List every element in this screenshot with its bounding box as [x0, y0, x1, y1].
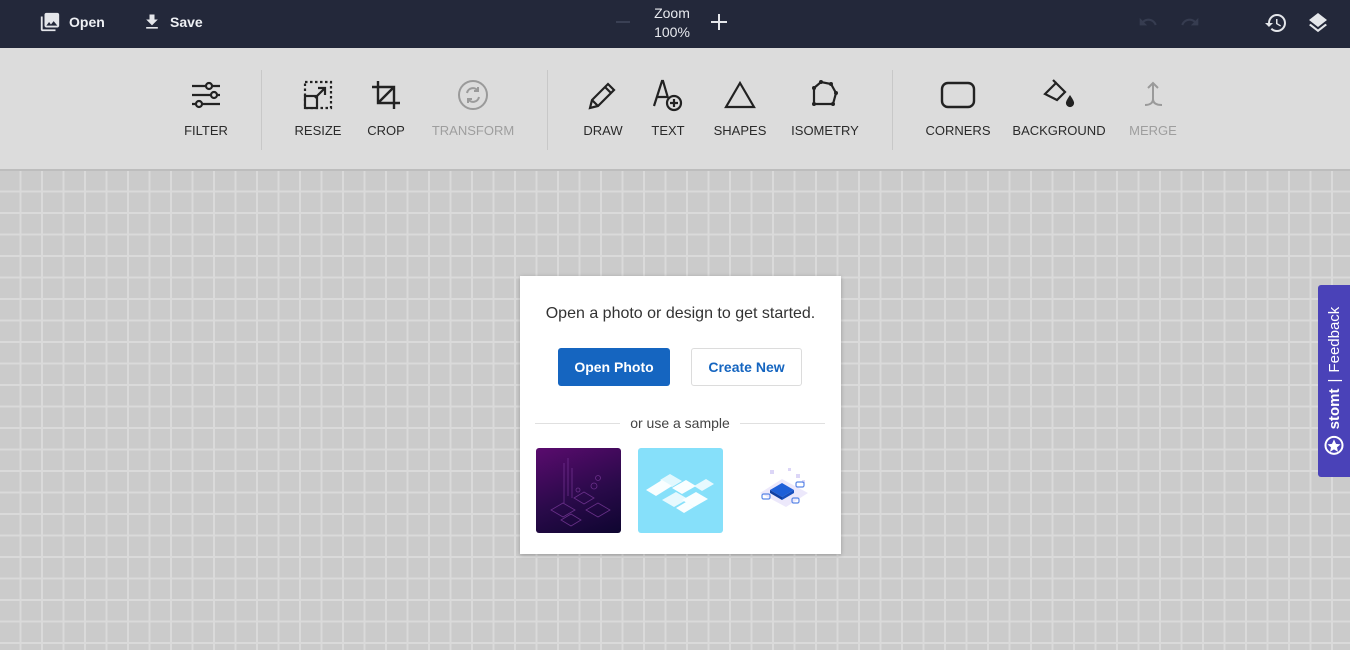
tool-merge[interactable]: MERGE [1126, 72, 1180, 152]
layers-icon[interactable] [1306, 11, 1330, 35]
feedback-tab[interactable]: stomt | Feedback [1318, 285, 1350, 477]
triangle-icon [724, 80, 756, 109]
sample-divider-text: or use a sample [630, 415, 730, 431]
tool-resize[interactable]: RESIZE [290, 72, 346, 152]
zoom-readout: Zoom 100% [642, 4, 702, 42]
tool-text[interactable]: TEXT [646, 72, 690, 152]
tool-label: SHAPES [713, 123, 767, 138]
feedback-tab-content: stomt | Feedback [1324, 307, 1344, 456]
tool-shapes[interactable]: SHAPES [709, 72, 771, 152]
rounded-rect-icon [940, 81, 976, 109]
text-add-icon [652, 79, 683, 112]
download-icon [146, 14, 158, 29]
toolbar-divider [892, 70, 893, 150]
tool-label: TRANSFORM [431, 123, 515, 138]
tool-isometry[interactable]: ISOMETRY [788, 72, 862, 152]
feedback-separator: | [1325, 378, 1343, 383]
open-photo-button[interactable]: Open Photo [558, 348, 670, 386]
zoom-out-button[interactable] [616, 21, 630, 23]
start-dialog-title: Open a photo or design to get started. [545, 305, 816, 322]
tool-label: TEXT [651, 123, 685, 138]
tool-crop[interactable]: CROP [362, 72, 410, 152]
tool-label: MERGE [1129, 123, 1177, 138]
divider-line [739, 422, 826, 424]
polygon-icon [812, 80, 838, 106]
sample-blue-chip[interactable] [740, 448, 825, 533]
tool-label: BACKGROUND [1012, 123, 1106, 138]
start-dialog: Open a photo or design to get started. O… [520, 276, 841, 554]
tool-corners[interactable]: CORNERS [924, 72, 992, 152]
sample-divider: or use a sample [535, 414, 826, 432]
crop-icon [372, 81, 400, 109]
zoom-in-button[interactable] [709, 12, 729, 32]
sample-purple-circuit[interactable] [536, 448, 621, 533]
create-new-button[interactable]: Create New [691, 348, 802, 386]
tool-label: CROP [367, 123, 405, 138]
photo-library-icon [40, 12, 60, 32]
feedback-brand: stomt [1325, 388, 1343, 430]
redo-icon[interactable] [1178, 12, 1202, 32]
top-bar: Open Save Zoom 100% [0, 0, 1350, 48]
toolbar-divider [547, 70, 548, 150]
zoom-control: Zoom 100% [612, 0, 737, 44]
feedback-label: Feedback [1325, 306, 1343, 373]
sample-cyan-isometric[interactable] [638, 448, 723, 533]
rotate-icon [458, 80, 488, 110]
sliders-icon [192, 81, 220, 109]
open-button[interactable]: Open [39, 0, 105, 44]
zoom-value: 100% [654, 24, 690, 40]
divider-line [535, 422, 621, 424]
undo-icon[interactable] [1136, 12, 1160, 32]
tool-draw[interactable]: DRAW [578, 72, 628, 152]
save-button[interactable]: Save [142, 0, 203, 44]
save-label: Save [170, 14, 203, 30]
toolbar-divider [261, 70, 262, 150]
tool-transform[interactable]: TRANSFORM [428, 72, 518, 152]
tool-label: FILTER [184, 123, 228, 138]
tool-label: ISOMETRY [791, 123, 859, 138]
chip-illustration [760, 468, 808, 507]
isometric-blocks-illustration [646, 474, 714, 513]
tool-filter[interactable]: FILTER [176, 72, 236, 152]
stomt-logo-icon [1324, 435, 1344, 455]
paint-bucket-icon [1043, 79, 1075, 108]
tool-background[interactable]: BACKGROUND [1010, 72, 1108, 152]
circuit-illustration [550, 458, 611, 527]
open-label: Open [69, 14, 105, 30]
merge-icon [1144, 81, 1163, 106]
pencil-icon [588, 82, 616, 110]
tool-label: RESIZE [294, 123, 342, 138]
resize-icon [303, 80, 333, 110]
tool-label: CORNERS [925, 123, 991, 138]
history-icon[interactable] [1264, 11, 1288, 35]
zoom-title: Zoom [654, 5, 690, 21]
tool-bar: FILTER RESIZE CROP TRANSFORM DRAW TEXT S… [0, 48, 1350, 171]
tool-label: DRAW [583, 123, 623, 138]
